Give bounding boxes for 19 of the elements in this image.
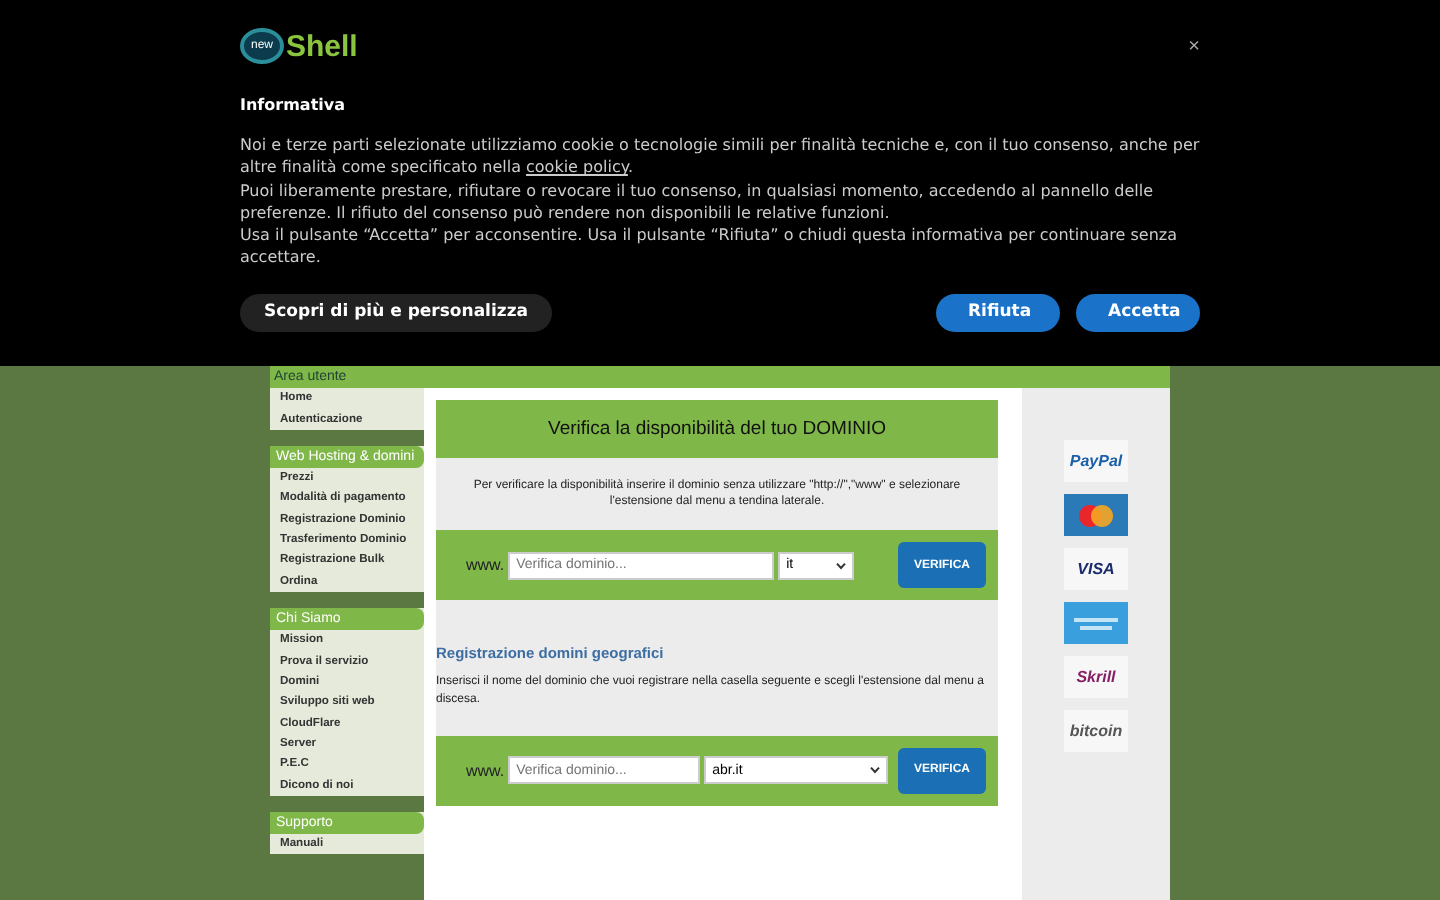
banner-text: Noi e terze parti selezionate utilizziamo cookie o tecnologie simili per finalità tecniche e, con il tuo consenso, anche per altre finalità come specificato nella cookie policy. (240, 134, 1200, 180)
payment-logo: bitcoin (1064, 710, 1128, 752)
www-label: www. (466, 761, 505, 780)
cookie-policy-link[interactable]: cookie policy (526, 158, 628, 177)
banner-text: Puoi liberamente prestare, rifiutare o revocare il tuo consenso, in qualsiasi momento, accedendo al pannello delle preferenze. Il rifiuto del consenso può rendere non disponibili le relative funzioni. (240, 179, 1155, 225)
consent-button[interactable]: Rifiuta (936, 293, 1060, 332)
consent-button[interactable]: Accetta (1076, 293, 1200, 332)
close-button[interactable]: × (1188, 35, 1200, 57)
mastercard-icon (1064, 494, 1128, 536)
www-label: www. (466, 556, 505, 575)
payment-logo: Skrill (1064, 656, 1128, 698)
banner-title: Informativa (240, 96, 348, 114)
chevron-icon (836, 561, 847, 570)
payment-logo: PayPal (1064, 440, 1128, 482)
section-title: Verifica la disponibilità del tuo DOMINIO (436, 400, 998, 458)
chevron-icon (870, 766, 881, 775)
payment-logo: VISA (1064, 548, 1128, 590)
customize-button[interactable]: Scopri di più e personalizza (240, 293, 552, 332)
banner-text: Usa il pulsante “Accetta” per acconsentire. Usa il pulsante “Rifiuta” o chiudi questa informativa per continuare senza accettare. (240, 224, 1180, 270)
